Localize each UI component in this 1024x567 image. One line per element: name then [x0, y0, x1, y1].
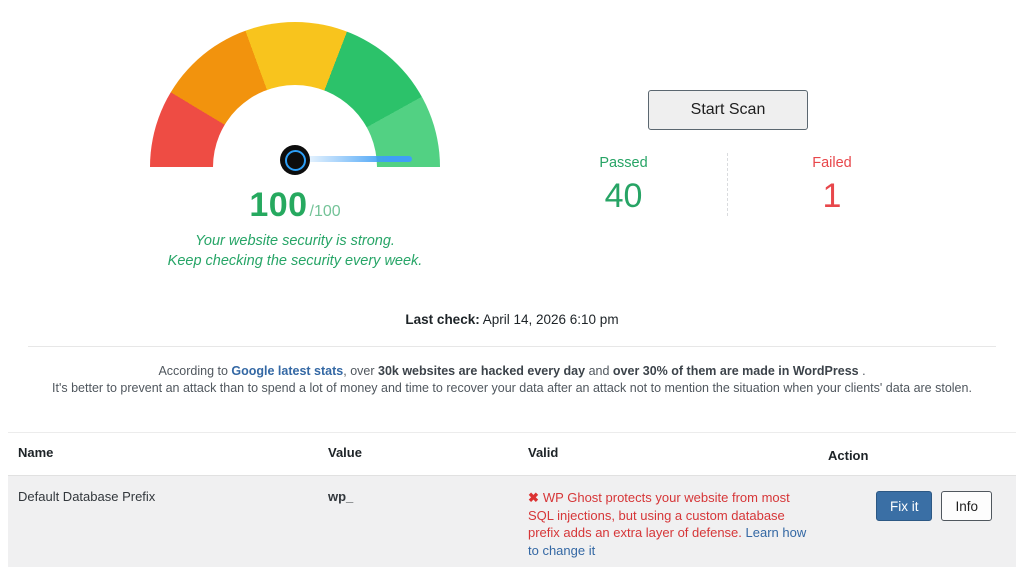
security-overview-section: 100 /100 Your website security is strong…: [0, 0, 1024, 300]
stats-note-line1: According to Google latest stats, over 3…: [0, 363, 1024, 380]
last-check-label: Last check:: [405, 312, 480, 327]
section-divider: [28, 346, 996, 347]
passed-stat: Passed 40: [520, 153, 728, 216]
failed-x-icon: ✖: [528, 490, 539, 505]
last-check-value: April 14, 2026 6:10 pm: [479, 312, 619, 327]
gauge-needle: [300, 156, 412, 162]
check-valid-message: ✖ WP Ghost protects your website from mos…: [518, 476, 818, 567]
score-max: /100: [309, 203, 341, 220]
check-value: wp_: [328, 489, 354, 504]
gauge-subtitle-line2: Keep checking the security every week.: [167, 253, 423, 269]
score-line: 100 /100: [249, 186, 340, 225]
gauge-subtitle-line1: Your website security is strong.: [195, 233, 395, 249]
gauge-column: 100 /100 Your website security is strong…: [0, 22, 590, 271]
table-header-row: Name Value Valid Action: [8, 433, 1016, 476]
passed-label: Passed: [599, 155, 648, 171]
passed-count: 40: [604, 177, 643, 215]
header-name: Name: [18, 445, 54, 460]
score-value: 100: [249, 186, 308, 224]
last-check-line: Last check: April 14, 2026 6:10 pm: [0, 312, 1024, 327]
note-bold-hacked: 30k websites are hacked every day: [378, 364, 586, 378]
stats-note: According to Google latest stats, over 3…: [0, 363, 1024, 396]
note-bold-wordpress: over 30% of them are made in WordPress: [612, 364, 859, 378]
note-text: .: [858, 364, 866, 378]
gauge-hub-ring: [284, 149, 306, 171]
gauge-hub: [280, 145, 310, 175]
failed-stat: Failed 1: [728, 153, 936, 216]
failed-label: Failed: [812, 155, 852, 171]
header-value: Value: [328, 445, 362, 460]
info-button[interactable]: Info: [941, 491, 992, 521]
scan-stats: Passed 40 Failed 1: [520, 153, 936, 216]
google-stats-link[interactable]: Google latest stats: [231, 364, 343, 378]
security-checks-table: Name Value Valid Action Default Database…: [8, 432, 1016, 567]
check-actions: Fix it Info: [818, 476, 1016, 567]
header-action: Action: [828, 448, 869, 463]
note-text: , over: [343, 364, 378, 378]
stats-note-line2: It's better to prevent an attack than to…: [52, 380, 972, 395]
failed-count: 1: [822, 177, 842, 215]
check-name: Default Database Prefix: [18, 489, 156, 504]
header-valid: Valid: [528, 445, 559, 460]
table-row: Default Database Prefix wp_ ✖ WP Ghost pr…: [8, 476, 1016, 567]
start-scan-button[interactable]: Start Scan: [648, 90, 808, 130]
security-score-gauge: [150, 22, 440, 175]
scan-column: Start Scan Passed 40 Failed 1: [520, 90, 936, 216]
gauge-subtitle: Your website security is strong. Keep ch…: [168, 231, 423, 271]
note-text: and: [585, 364, 613, 378]
fix-it-button[interactable]: Fix it: [875, 491, 933, 521]
note-text: According to: [158, 364, 232, 378]
